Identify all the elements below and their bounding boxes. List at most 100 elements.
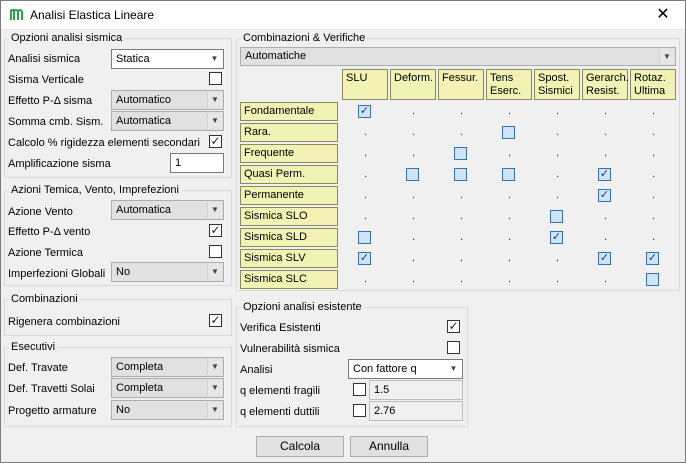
grid-cell-empty[interactable]: .	[508, 190, 511, 201]
grid-cell-empty[interactable]: .	[460, 106, 463, 117]
rigenera-checkbox[interactable]: ✓	[209, 314, 222, 327]
grid-cell-empty[interactable]: .	[508, 211, 511, 222]
grid-cell-empty[interactable]: .	[556, 148, 559, 159]
grid-cell-checkbox-checked[interactable]: ✓	[646, 252, 659, 265]
row-header[interactable]: Sismica SLC	[240, 270, 338, 289]
grid-cell-empty[interactable]: .	[604, 274, 607, 285]
grid-cell-checkbox[interactable]	[454, 147, 467, 160]
q-duttili-checkbox[interactable]	[353, 404, 366, 417]
grid-cell-empty[interactable]: .	[412, 106, 415, 117]
grid-cell-empty[interactable]: .	[604, 148, 607, 159]
grid-cell-checkbox[interactable]	[406, 168, 419, 181]
grid-cell-empty[interactable]: .	[364, 169, 367, 180]
grid-cell-empty[interactable]: .	[508, 253, 511, 264]
calcolo-rigidezza-checkbox[interactable]: ✓	[209, 135, 222, 148]
grid-cell-empty[interactable]: .	[460, 253, 463, 264]
grid-cell-empty[interactable]: .	[412, 253, 415, 264]
grid-cell-empty[interactable]: .	[460, 232, 463, 243]
grid-cell-empty[interactable]: .	[556, 253, 559, 264]
row-header[interactable]: Sismica SLD	[240, 228, 338, 247]
grid-cell-empty[interactable]: .	[364, 190, 367, 201]
azione-vento-select[interactable]: Automatica ▼	[111, 200, 224, 220]
grid-cell-empty[interactable]: .	[412, 190, 415, 201]
grid-cell-checkbox-checked[interactable]: ✓	[598, 252, 611, 265]
grid-cell-empty[interactable]: .	[556, 190, 559, 201]
sisma-verticale-checkbox[interactable]	[209, 72, 222, 85]
amplificazione-input[interactable]: 1	[170, 153, 224, 173]
verifiche-mode-select[interactable]: Automatiche ▼	[240, 47, 676, 66]
azione-termica-checkbox[interactable]	[209, 245, 222, 258]
grid-cell-checkbox-checked[interactable]: ✓	[358, 252, 371, 265]
grid-cell-empty[interactable]: .	[652, 127, 655, 138]
grid-cell-empty[interactable]: .	[604, 106, 607, 117]
grid-cell-empty[interactable]: .	[652, 190, 655, 201]
column-header: Spost. Sismici	[534, 69, 580, 100]
group-seismic-title: Opzioni analisi sismica	[9, 31, 125, 45]
somma-cmb-select[interactable]: Automatica ▼	[111, 111, 224, 131]
grid-cell-empty[interactable]: .	[460, 127, 463, 138]
calcola-button[interactable]: Calcola	[256, 436, 344, 457]
q-fragili-input[interactable]: 1.5	[369, 380, 463, 400]
def-travate-select[interactable]: Completa ▼	[111, 357, 224, 377]
grid-cell-checkbox[interactable]	[550, 210, 563, 223]
q-fragili-checkbox[interactable]	[353, 383, 366, 396]
grid-cell-checkbox-checked[interactable]: ✓	[598, 189, 611, 202]
row-header[interactable]: Frequente	[240, 144, 338, 163]
q-duttili-value: 2.76	[374, 405, 396, 417]
row-header[interactable]: Fondamentale	[240, 102, 338, 121]
grid-cell-checkbox[interactable]	[358, 231, 371, 244]
grid-cell-checkbox[interactable]	[454, 168, 467, 181]
q-duttili-input[interactable]: 2.76	[369, 401, 463, 421]
grid-cell-empty[interactable]: .	[508, 232, 511, 243]
grid-cell-empty[interactable]: .	[652, 148, 655, 159]
grid-cell-empty[interactable]: .	[556, 274, 559, 285]
grid-cell-empty[interactable]: .	[652, 169, 655, 180]
close-icon[interactable]: ✕	[640, 0, 686, 30]
grid-cell-empty[interactable]: .	[604, 127, 607, 138]
progetto-armature-select[interactable]: No ▼	[111, 400, 224, 420]
grid-cell-empty[interactable]: .	[508, 274, 511, 285]
annulla-button[interactable]: Annulla	[350, 436, 428, 457]
grid-cell-empty[interactable]: .	[412, 232, 415, 243]
grid-cell-empty[interactable]: .	[412, 211, 415, 222]
grid-cell-empty[interactable]: .	[652, 232, 655, 243]
grid-cell-empty[interactable]: .	[604, 232, 607, 243]
grid-cell-empty[interactable]: .	[652, 106, 655, 117]
effetto-pd-vento-checkbox[interactable]: ✓	[209, 224, 222, 237]
grid-cell-empty[interactable]: .	[460, 190, 463, 201]
imperfezioni-select[interactable]: No ▼	[111, 262, 224, 282]
grid-cell-empty[interactable]: .	[508, 148, 511, 159]
analisi-sismica-select[interactable]: Statica ▼	[111, 49, 224, 69]
grid-cell-checkbox[interactable]	[502, 126, 515, 139]
grid-cell-empty[interactable]: .	[604, 211, 607, 222]
grid-cell-empty[interactable]: .	[412, 148, 415, 159]
grid-cell-empty[interactable]: .	[364, 148, 367, 159]
grid-cell-empty[interactable]: .	[652, 211, 655, 222]
grid-cell-checkbox-checked[interactable]: ✓	[358, 105, 371, 118]
effetto-pd-sisma-select[interactable]: Automatico ▼	[111, 90, 224, 110]
row-header[interactable]: Permanente	[240, 186, 338, 205]
grid-cell-empty[interactable]: .	[364, 127, 367, 138]
grid-cell-empty[interactable]: .	[508, 106, 511, 117]
grid-cell-empty[interactable]: .	[460, 211, 463, 222]
row-header[interactable]: Rara.	[240, 123, 338, 142]
grid-cell-empty[interactable]: .	[412, 274, 415, 285]
verifica-esistenti-checkbox[interactable]: ✓	[447, 320, 460, 333]
grid-cell-empty[interactable]: .	[556, 127, 559, 138]
analisi-select[interactable]: Con fattore q ▼	[348, 359, 463, 379]
grid-cell-empty[interactable]: .	[364, 211, 367, 222]
row-header[interactable]: Sismica SLV	[240, 249, 338, 268]
def-travetti-select[interactable]: Completa ▼	[111, 378, 224, 398]
grid-cell-checkbox[interactable]	[502, 168, 515, 181]
grid-cell-empty[interactable]: .	[556, 106, 559, 117]
grid-cell-empty[interactable]: .	[460, 274, 463, 285]
grid-cell-empty[interactable]: .	[412, 127, 415, 138]
grid-cell-checkbox-checked[interactable]: ✓	[550, 231, 563, 244]
grid-cell-checkbox[interactable]	[646, 273, 659, 286]
grid-cell-checkbox-checked[interactable]: ✓	[598, 168, 611, 181]
row-header[interactable]: Quasi Perm.	[240, 165, 338, 184]
grid-cell-empty[interactable]: .	[364, 274, 367, 285]
grid-cell-empty[interactable]: .	[556, 169, 559, 180]
vulnerabilita-checkbox[interactable]	[447, 341, 460, 354]
row-header[interactable]: Sismica SLO	[240, 207, 338, 226]
